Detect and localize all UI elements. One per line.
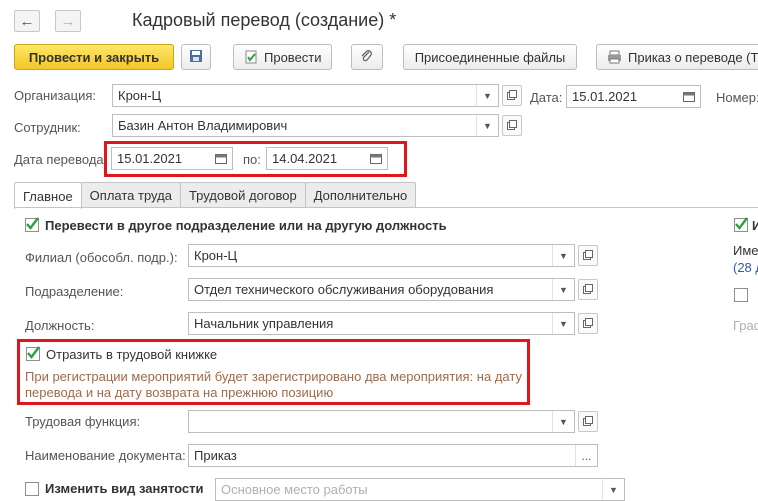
forward-button[interactable]: →: [55, 10, 81, 32]
open-employee-button[interactable]: [502, 115, 522, 136]
right-link[interactable]: (28 д: [733, 260, 758, 275]
tab-divider: [14, 207, 758, 208]
organization-label: Организация:: [14, 88, 97, 103]
calendar-icon[interactable]: [678, 86, 700, 107]
open-icon: [583, 248, 593, 263]
tab-labor-contract[interactable]: Трудовой договор: [179, 182, 306, 208]
open-department-button[interactable]: [578, 279, 598, 300]
save-button[interactable]: [181, 44, 211, 70]
open-icon: [507, 118, 517, 133]
date-field[interactable]: 15.01.2021: [566, 85, 701, 108]
ellipsis-button[interactable]: ...: [575, 445, 597, 466]
right-checkbox-2[interactable]: [734, 288, 748, 302]
page-title: Кадровый перевод (создание) *: [132, 10, 397, 30]
save-icon: [189, 49, 203, 66]
checkmark-icon: [734, 216, 748, 234]
back-button[interactable]: ←: [14, 10, 40, 32]
document-name-field[interactable]: Приказ ...: [188, 444, 598, 467]
number-label: Номер:: [716, 90, 758, 105]
open-icon: [583, 282, 593, 297]
right-checkbox[interactable]: [734, 216, 748, 234]
paperclip-icon: [360, 49, 374, 66]
chevron-down-icon[interactable]: ▼: [552, 279, 574, 300]
post-button[interactable]: Провести: [233, 44, 332, 70]
employee-label: Сотрудник:: [14, 120, 81, 135]
open-icon: [583, 414, 593, 429]
arrow-right-icon: →: [60, 12, 76, 30]
chevron-down-icon[interactable]: ▼: [552, 245, 574, 266]
open-icon: [507, 88, 517, 103]
transfer-date-highlight: [104, 141, 407, 177]
open-organization-button[interactable]: [502, 85, 522, 106]
open-position-button[interactable]: [578, 313, 598, 334]
chevron-down-icon[interactable]: ▼: [552, 411, 574, 432]
printer-icon: [607, 50, 622, 64]
tab-main[interactable]: Главное: [14, 182, 82, 209]
position-label: Должность:: [25, 318, 95, 333]
chevron-down-icon[interactable]: ▼: [602, 479, 624, 500]
labor-function-field[interactable]: ▼: [188, 410, 575, 433]
position-field[interactable]: Начальник управления ▼: [188, 312, 575, 335]
checkmark-icon: [25, 216, 39, 234]
chevron-down-icon[interactable]: ▼: [476, 115, 498, 136]
attached-files-button[interactable]: Присоединенные файлы: [403, 44, 577, 70]
branch-label: Филиал (обособл. подр.):: [25, 250, 178, 265]
employment-type-field[interactable]: Основное место работы ▼: [215, 478, 625, 501]
transfer-checkbox[interactable]: [25, 216, 39, 234]
labor-function-label: Трудовая функция:: [25, 414, 141, 429]
department-label: Подразделение:: [25, 284, 124, 299]
tab-payroll[interactable]: Оплата труда: [80, 182, 181, 208]
post-icon: [244, 50, 258, 64]
chevron-down-icon[interactable]: ▼: [476, 85, 498, 106]
tab-additional[interactable]: Дополнительно: [304, 182, 417, 208]
open-labor-function-button[interactable]: [578, 411, 598, 432]
attach-button[interactable]: [351, 44, 383, 70]
department-field[interactable]: Отдел технического обслуживания оборудов…: [188, 278, 575, 301]
print-order-button[interactable]: Приказ о переводе (Т-: [596, 44, 758, 70]
right-checkbox-label: И: [752, 218, 758, 233]
branch-field[interactable]: Крон-Ц ▼: [188, 244, 575, 267]
right-text-3: Граф: [733, 318, 758, 333]
post-and-close-button[interactable]: Провести и закрыть: [14, 44, 174, 70]
transfer-checkbox-label: Перевести в другое подразделение или на …: [45, 218, 447, 233]
date-label: Дата:: [530, 90, 563, 105]
right-text-1: Име: [733, 243, 758, 258]
workbook-highlight: [17, 339, 530, 405]
open-icon: [583, 316, 593, 331]
document-name-label: Наименование документа:: [25, 448, 186, 463]
open-branch-button[interactable]: [578, 245, 598, 266]
arrow-left-icon: ←: [19, 12, 35, 30]
chevron-down-icon[interactable]: ▼: [552, 313, 574, 334]
tab-bar: Главное Оплата труда Трудовой договор До…: [14, 182, 417, 209]
transfer-date-label: Дата перевода:: [14, 152, 108, 167]
organization-field[interactable]: Крон-Ц ▼: [112, 84, 499, 107]
employee-field[interactable]: Базин Антон Владимирович ▼: [112, 114, 499, 137]
